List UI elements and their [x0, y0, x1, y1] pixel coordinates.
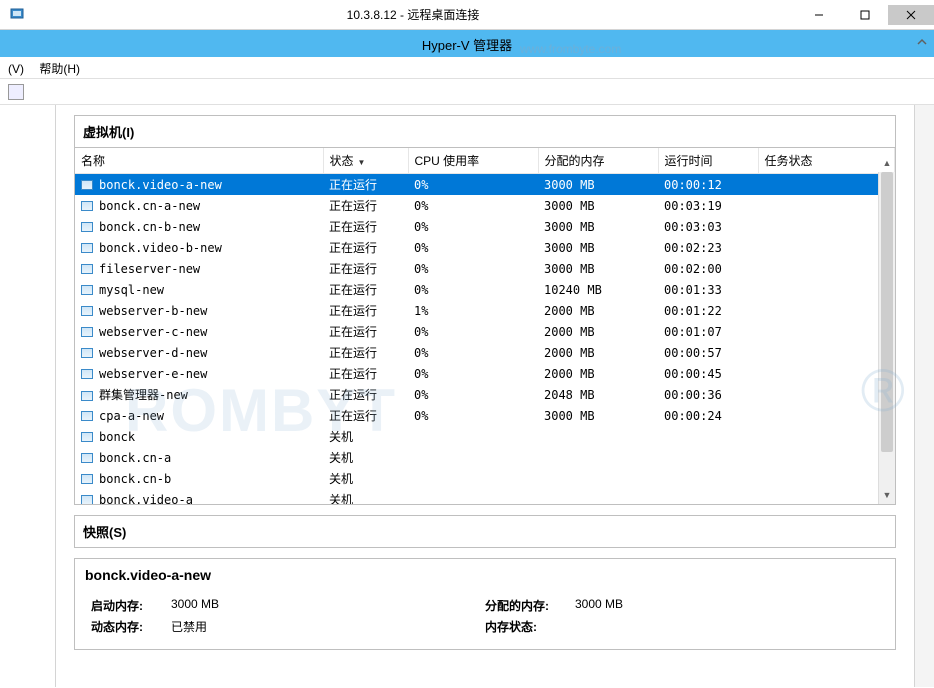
- vm-list-panel: 虚拟机(I) 名称 状态▼ CPU 使用率 分配的内存 运行时间 任务状态: [74, 115, 896, 505]
- vm-icon: [81, 453, 93, 463]
- table-row[interactable]: webserver-e-new正在运行0%2000 MB00:00:45: [75, 363, 895, 384]
- table-row[interactable]: mysql-new正在运行0%10240 MB00:01:33: [75, 279, 895, 300]
- vm-icon: [81, 201, 93, 211]
- table-header-row: 名称 状态▼ CPU 使用率 分配的内存 运行时间 任务状态: [75, 148, 895, 174]
- col-uptime[interactable]: 运行时间: [658, 148, 758, 174]
- sort-indicator-icon: ▼: [358, 158, 366, 167]
- outer-scrollbar[interactable]: [914, 105, 934, 687]
- vm-table[interactable]: 名称 状态▼ CPU 使用率 分配的内存 运行时间 任务状态 bonck.vid…: [75, 148, 895, 504]
- startup-mem-value: 3000 MB: [171, 597, 219, 614]
- table-row[interactable]: bonck.cn-a-new正在运行0%3000 MB00:03:19: [75, 195, 895, 216]
- left-tree-pane: [0, 105, 56, 687]
- table-row[interactable]: webserver-b-new正在运行1%2000 MB00:01:22: [75, 300, 895, 321]
- inner-titlebar: Hyper-V 管理器: [0, 30, 934, 57]
- table-row[interactable]: bonck.cn-a关机: [75, 447, 895, 468]
- content-pane: 虚拟机(I) 名称 状态▼ CPU 使用率 分配的内存 运行时间 任务状态: [56, 105, 914, 687]
- snapshot-panel: 快照(S): [74, 515, 896, 548]
- vm-icon: [81, 495, 93, 504]
- vm-icon: [81, 243, 93, 253]
- menu-help[interactable]: 帮助(H): [39, 62, 80, 76]
- vm-icon: [81, 348, 93, 358]
- startup-mem-label: 启动内存:: [91, 597, 171, 614]
- close-button[interactable]: [888, 5, 934, 25]
- vm-icon: [81, 391, 93, 401]
- assigned-mem-label: 分配的内存:: [485, 597, 575, 614]
- table-row[interactable]: fileserver-new正在运行0%3000 MB00:02:00: [75, 258, 895, 279]
- window-title: 10.3.8.12 - 远程桌面连接: [30, 6, 796, 23]
- vm-icon: [81, 222, 93, 232]
- col-state[interactable]: 状态▼: [323, 148, 408, 174]
- vm-icon: [81, 474, 93, 484]
- col-name[interactable]: 名称: [75, 148, 323, 174]
- vertical-scrollbar[interactable]: ▲ ▼: [878, 172, 895, 504]
- table-row[interactable]: 群集管理器-new正在运行0%2048 MB00:00:36: [75, 384, 895, 405]
- detail-title: bonck.video-a-new: [75, 559, 895, 593]
- vm-icon: [81, 327, 93, 337]
- table-row[interactable]: bonck.cn-b关机: [75, 468, 895, 489]
- vm-icon: [81, 369, 93, 379]
- assigned-mem-value: 3000 MB: [575, 597, 623, 614]
- table-row[interactable]: webserver-d-new正在运行0%2000 MB00:00:57: [75, 342, 895, 363]
- vm-icon: [81, 285, 93, 295]
- vm-detail-panel: bonck.video-a-new 启动内存: 3000 MB 动态内存: 已禁…: [74, 558, 896, 650]
- table-row[interactable]: bonck.video-b-new正在运行0%3000 MB00:02:23: [75, 237, 895, 258]
- scroll-up-icon[interactable]: ▲: [879, 155, 895, 172]
- vm-icon: [81, 411, 93, 421]
- table-row[interactable]: webserver-c-new正在运行0%2000 MB00:01:07: [75, 321, 895, 342]
- col-task[interactable]: 任务状态: [758, 148, 895, 174]
- vm-icon: [81, 264, 93, 274]
- table-row[interactable]: bonck.video-a-new正在运行0%3000 MB00:00:12: [75, 174, 895, 196]
- app-icon: [6, 3, 30, 27]
- vm-icon: [81, 180, 93, 190]
- table-row[interactable]: bonck.video-a关机: [75, 489, 895, 504]
- table-row[interactable]: bonck.cn-b-new正在运行0%3000 MB00:03:03: [75, 216, 895, 237]
- inner-title: Hyper-V 管理器: [422, 35, 512, 57]
- table-row[interactable]: bonck关机: [75, 426, 895, 447]
- toolbar-button[interactable]: [8, 84, 24, 100]
- vm-icon: [81, 432, 93, 442]
- table-row[interactable]: cpa-a-new正在运行0%3000 MB00:00:24: [75, 405, 895, 426]
- scroll-thumb[interactable]: [881, 172, 893, 452]
- dynamic-mem-label: 动态内存:: [91, 618, 171, 635]
- toolbar: [0, 79, 934, 105]
- snapshot-title: 快照(S): [75, 516, 895, 547]
- vm-list-title: 虚拟机(I): [75, 116, 895, 148]
- col-mem[interactable]: 分配的内存: [538, 148, 658, 174]
- dynamic-mem-value: 已禁用: [171, 618, 207, 635]
- menu-view[interactable]: (V): [8, 62, 24, 76]
- scroll-up-arrow[interactable]: [914, 36, 930, 52]
- maximize-button[interactable]: [842, 5, 888, 25]
- mem-status-label: 内存状态:: [485, 618, 575, 635]
- scroll-down-icon[interactable]: ▼: [879, 487, 895, 504]
- vm-icon: [81, 306, 93, 316]
- minimize-button[interactable]: [796, 5, 842, 25]
- col-cpu[interactable]: CPU 使用率: [408, 148, 538, 174]
- window-titlebar: 10.3.8.12 - 远程桌面连接: [0, 0, 934, 30]
- menu-bar: (V) 帮助(H): [0, 57, 934, 79]
